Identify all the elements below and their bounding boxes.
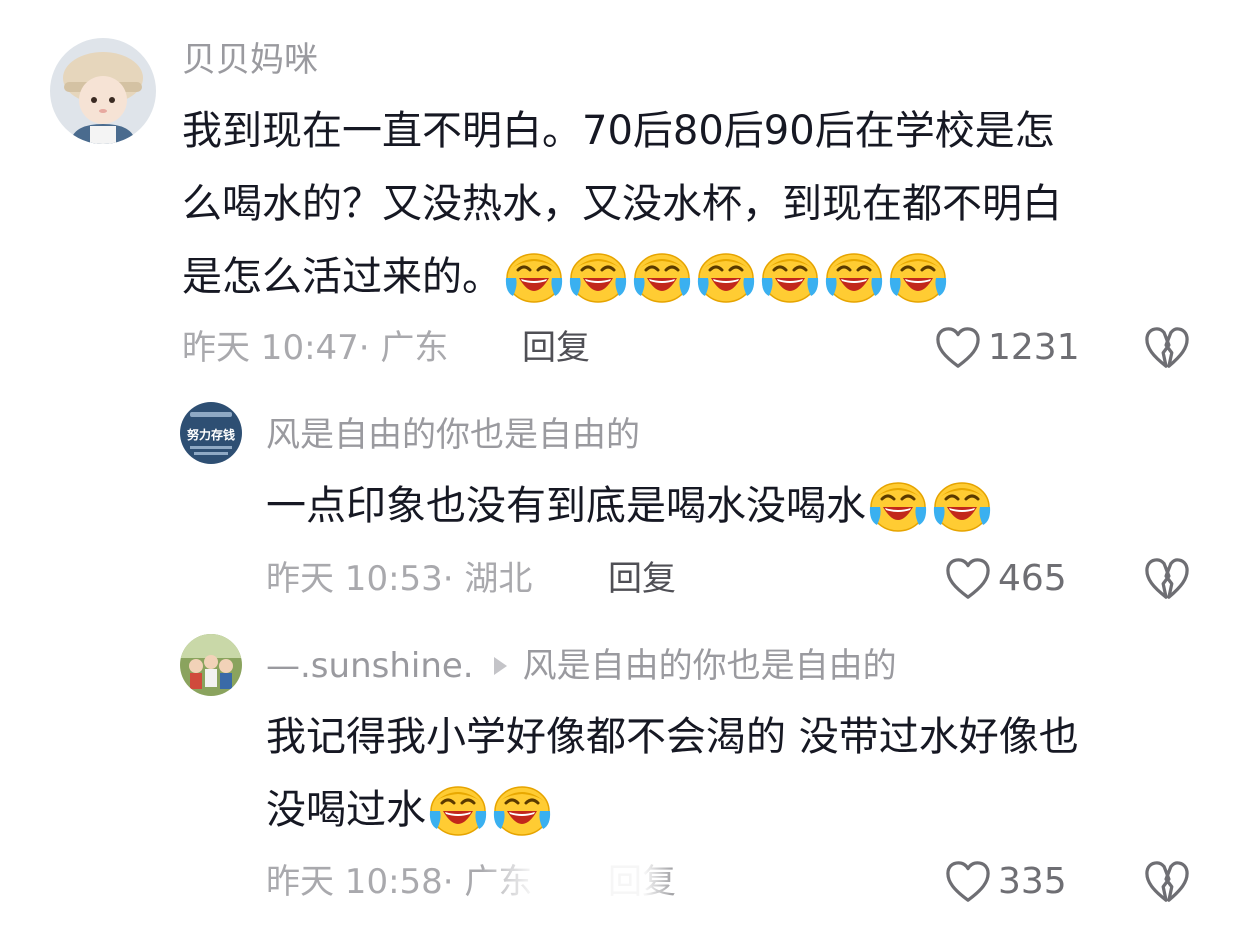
- comment-text: 我记得我小学好像都不会渴的 没带过水好像也 没喝过水: [266, 701, 1196, 847]
- reply-button[interactable]: 回复: [608, 562, 676, 596]
- like-button[interactable]: 335: [944, 860, 1067, 904]
- avatar[interactable]: 努力存钱: [180, 402, 242, 464]
- laugh-cry-emoji: [824, 248, 884, 304]
- laugh-cry-emoji: [428, 781, 488, 837]
- laugh-cry-emoji: [632, 248, 692, 304]
- time-location: 昨天 10:53· 湖北: [266, 559, 533, 599]
- dislike-button[interactable]: [1143, 557, 1191, 605]
- reply-arrow-icon: [493, 657, 507, 675]
- comment-line: 一点印象也没有到底是喝水没喝水: [266, 483, 866, 529]
- laugh-cry-emoji: [568, 248, 628, 304]
- username[interactable]: 风是自由的你也是自由的: [266, 418, 640, 452]
- username[interactable]: 贝贝妈咪: [182, 43, 318, 77]
- broken-heart-icon: [1143, 326, 1191, 370]
- avatar[interactable]: [180, 634, 242, 696]
- laugh-cry-emoji: [760, 248, 820, 304]
- emoji-row: [502, 254, 950, 300]
- comment-line: 我记得我小学好像都不会渴的 没带过水好像也: [266, 714, 1079, 760]
- comment-text: 一点印象也没有到底是喝水没喝水: [266, 470, 1196, 543]
- laugh-cry-emoji: [504, 248, 564, 304]
- comment-line: 是怎么活过来的。: [182, 254, 502, 300]
- like-button[interactable]: 1231: [934, 326, 1080, 370]
- emoji-row: [866, 483, 994, 529]
- username[interactable]: —.sunshine.: [266, 646, 474, 686]
- heart-outline-icon: [944, 557, 992, 601]
- broken-heart-icon: [1143, 860, 1191, 904]
- avatar[interactable]: [50, 38, 156, 144]
- broken-heart-icon: [1143, 557, 1191, 601]
- comment-line: 么喝水的？又没热水，又没水杯，到现在都不明白: [182, 181, 1062, 227]
- comment-line: 我到现在一直不明白。70后80后90后在学校是怎: [182, 108, 1055, 154]
- emoji-row: [426, 787, 554, 833]
- laugh-cry-emoji: [696, 248, 756, 304]
- laugh-cry-emoji: [888, 248, 948, 304]
- laugh-cry-emoji: [868, 477, 928, 533]
- like-count: 335: [998, 861, 1067, 902]
- reply-button[interactable]: 回复: [522, 331, 590, 365]
- laugh-cry-emoji: [492, 781, 552, 837]
- heart-outline-icon: [944, 860, 992, 904]
- time-location: 昨天 10:47· 广东: [182, 328, 449, 368]
- dislike-button[interactable]: [1143, 326, 1191, 374]
- watermark-fade: [480, 862, 700, 930]
- like-count: 1231: [988, 327, 1080, 368]
- comment-text: 我到现在一直不明白。70后80后90后在学校是怎 么喝水的？又没热水，又没水杯，…: [182, 95, 1202, 314]
- like-button[interactable]: 465: [944, 557, 1067, 601]
- reply-to-username[interactable]: 风是自由的你也是自由的: [523, 646, 897, 686]
- like-count: 465: [998, 558, 1067, 599]
- dislike-button[interactable]: [1143, 860, 1191, 908]
- username-line: —.sunshine. 风是自由的你也是自由的: [266, 649, 897, 683]
- avatar-caption: 努力存钱: [187, 427, 235, 442]
- laugh-cry-emoji: [932, 477, 992, 533]
- heart-outline-icon: [934, 326, 982, 370]
- comment-line: 没喝过水: [266, 787, 426, 833]
